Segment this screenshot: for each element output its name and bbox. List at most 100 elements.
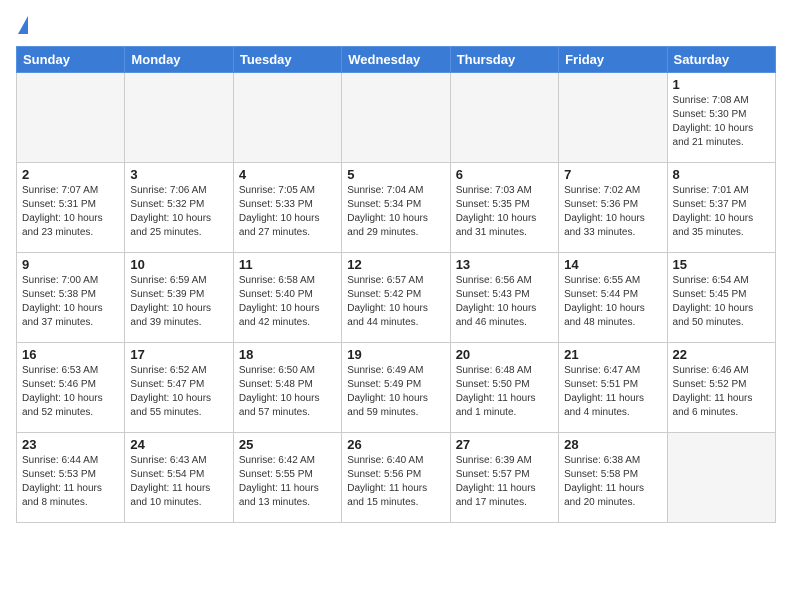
day-number: 25 [239, 437, 336, 452]
day-number: 28 [564, 437, 661, 452]
day-number: 20 [456, 347, 553, 362]
calendar-cell: 14Sunrise: 6:55 AM Sunset: 5:44 PM Dayli… [559, 253, 667, 343]
day-info: Sunrise: 7:04 AM Sunset: 5:34 PM Dayligh… [347, 184, 444, 240]
calendar-cell: 1 Sunrise: 7:08 AM Sunset: 5:30 PM Daylig… [667, 73, 775, 163]
weekday-header-row: SundayMondayTuesdayWednesdayThursdayFrid… [17, 47, 776, 73]
calendar-cell: 8 Sunrise: 7:01 AM Sunset: 5:37 PM Daylig… [667, 163, 775, 253]
day-info: Sunrise: 6:57 AM Sunset: 5:42 PM Dayligh… [347, 274, 444, 330]
calendar-cell [125, 73, 233, 163]
calendar-cell: 12 Sunrise: 6:57 AM Sunset: 5:42 PM Dayli… [342, 253, 450, 343]
day-info: Sunrise: 7:02 AM Sunset: 5:36 PM Dayligh… [564, 184, 661, 240]
day-number: 9 [22, 257, 119, 272]
calendar-cell [667, 433, 775, 523]
calendar-cell: 16 Sunrise: 6:53 AM Sunset: 5:46 PM Dayli… [17, 343, 125, 433]
day-info: Sunrise: 6:50 AM Sunset: 5:48 PM Dayligh… [239, 364, 336, 420]
calendar-cell: 2Sunrise: 7:07 AM Sunset: 5:31 PM Daylig… [17, 163, 125, 253]
calendar-cell: 15Sunrise: 6:54 AM Sunset: 5:45 PM Dayli… [667, 253, 775, 343]
day-number: 21 [564, 347, 661, 362]
calendar-cell [559, 73, 667, 163]
day-info: Sunrise: 7:07 AM Sunset: 5:31 PM Dayligh… [22, 184, 119, 240]
day-number: 11 [239, 257, 336, 272]
day-info: Sunrise: 6:43 AM Sunset: 5:54 PM Dayligh… [130, 454, 227, 510]
day-info: Sunrise: 6:39 AM Sunset: 5:57 PM Dayligh… [456, 454, 553, 510]
page: SundayMondayTuesdayWednesdayThursdayFrid… [0, 0, 792, 533]
calendar-cell: 4 Sunrise: 7:05 AM Sunset: 5:33 PM Daylig… [233, 163, 341, 253]
day-number: 1 [673, 77, 770, 92]
day-number: 27 [456, 437, 553, 452]
day-info: Sunrise: 6:56 AM Sunset: 5:43 PM Dayligh… [456, 274, 553, 330]
day-number: 13 [456, 257, 553, 272]
day-info: Sunrise: 6:53 AM Sunset: 5:46 PM Dayligh… [22, 364, 119, 420]
day-info: Sunrise: 7:00 AM Sunset: 5:38 PM Dayligh… [22, 274, 119, 330]
calendar-cell [450, 73, 558, 163]
day-info: Sunrise: 6:46 AM Sunset: 5:52 PM Dayligh… [673, 364, 770, 420]
week-row-2: 2Sunrise: 7:07 AM Sunset: 5:31 PM Daylig… [17, 163, 776, 253]
day-number: 3 [130, 167, 227, 182]
calendar-cell [233, 73, 341, 163]
day-info: Sunrise: 6:52 AM Sunset: 5:47 PM Dayligh… [130, 364, 227, 420]
day-info: Sunrise: 6:47 AM Sunset: 5:51 PM Dayligh… [564, 364, 661, 420]
calendar-cell: 3 Sunrise: 7:06 AM Sunset: 5:32 PM Daylig… [125, 163, 233, 253]
calendar-cell: 5Sunrise: 7:04 AM Sunset: 5:34 PM Daylig… [342, 163, 450, 253]
day-number: 22 [673, 347, 770, 362]
week-row-4: 16 Sunrise: 6:53 AM Sunset: 5:46 PM Dayli… [17, 343, 776, 433]
day-info: Sunrise: 6:58 AM Sunset: 5:40 PM Dayligh… [239, 274, 336, 330]
calendar-cell: 25 Sunrise: 6:42 AM Sunset: 5:55 PM Dayli… [233, 433, 341, 523]
calendar-cell: 9 Sunrise: 7:00 AM Sunset: 5:38 PM Daylig… [17, 253, 125, 343]
day-number: 15 [673, 257, 770, 272]
weekday-header-friday: Friday [559, 47, 667, 73]
day-info: Sunrise: 7:03 AM Sunset: 5:35 PM Dayligh… [456, 184, 553, 240]
day-number: 8 [673, 167, 770, 182]
day-number: 17 [130, 347, 227, 362]
calendar-cell [17, 73, 125, 163]
weekday-header-monday: Monday [125, 47, 233, 73]
week-row-5: 23 Sunrise: 6:44 AM Sunset: 5:53 PM Dayli… [17, 433, 776, 523]
calendar-cell: 24 Sunrise: 6:43 AM Sunset: 5:54 PM Dayli… [125, 433, 233, 523]
calendar-cell: 18Sunrise: 6:50 AM Sunset: 5:48 PM Dayli… [233, 343, 341, 433]
calendar-cell [342, 73, 450, 163]
weekday-header-sunday: Sunday [17, 47, 125, 73]
calendar-cell: 19 Sunrise: 6:49 AM Sunset: 5:49 PM Dayli… [342, 343, 450, 433]
day-number: 23 [22, 437, 119, 452]
logo-triangle-icon [18, 16, 28, 34]
calendar-cell: 13 Sunrise: 6:56 AM Sunset: 5:43 PM Dayli… [450, 253, 558, 343]
calendar-cell: 10Sunrise: 6:59 AM Sunset: 5:39 PM Dayli… [125, 253, 233, 343]
day-info: Sunrise: 6:38 AM Sunset: 5:58 PM Dayligh… [564, 454, 661, 510]
day-info: Sunrise: 6:44 AM Sunset: 5:53 PM Dayligh… [22, 454, 119, 510]
calendar-cell: 21 Sunrise: 6:47 AM Sunset: 5:51 PM Dayli… [559, 343, 667, 433]
day-info: Sunrise: 6:42 AM Sunset: 5:55 PM Dayligh… [239, 454, 336, 510]
week-row-3: 9 Sunrise: 7:00 AM Sunset: 5:38 PM Daylig… [17, 253, 776, 343]
day-info: Sunrise: 7:06 AM Sunset: 5:32 PM Dayligh… [130, 184, 227, 240]
calendar-cell: 20 Sunrise: 6:48 AM Sunset: 5:50 PM Dayli… [450, 343, 558, 433]
day-number: 16 [22, 347, 119, 362]
day-info: Sunrise: 7:05 AM Sunset: 5:33 PM Dayligh… [239, 184, 336, 240]
calendar: SundayMondayTuesdayWednesdayThursdayFrid… [16, 46, 776, 523]
day-number: 12 [347, 257, 444, 272]
week-row-1: 1 Sunrise: 7:08 AM Sunset: 5:30 PM Daylig… [17, 73, 776, 163]
day-info: Sunrise: 6:49 AM Sunset: 5:49 PM Dayligh… [347, 364, 444, 420]
day-info: Sunrise: 6:40 AM Sunset: 5:56 PM Dayligh… [347, 454, 444, 510]
calendar-cell: 26 Sunrise: 6:40 AM Sunset: 5:56 PM Dayli… [342, 433, 450, 523]
logo [16, 16, 28, 36]
weekday-header-wednesday: Wednesday [342, 47, 450, 73]
day-number: 24 [130, 437, 227, 452]
calendar-cell: 7 Sunrise: 7:02 AM Sunset: 5:36 PM Daylig… [559, 163, 667, 253]
day-number: 6 [456, 167, 553, 182]
day-info: Sunrise: 7:08 AM Sunset: 5:30 PM Dayligh… [673, 94, 770, 150]
calendar-cell: 11 Sunrise: 6:58 AM Sunset: 5:40 PM Dayli… [233, 253, 341, 343]
day-number: 4 [239, 167, 336, 182]
day-info: Sunrise: 6:48 AM Sunset: 5:50 PM Dayligh… [456, 364, 553, 420]
header [16, 16, 776, 36]
calendar-cell: 23 Sunrise: 6:44 AM Sunset: 5:53 PM Dayli… [17, 433, 125, 523]
calendar-cell: 6 Sunrise: 7:03 AM Sunset: 5:35 PM Daylig… [450, 163, 558, 253]
calendar-cell: 28 Sunrise: 6:38 AM Sunset: 5:58 PM Dayli… [559, 433, 667, 523]
calendar-cell: 22 Sunrise: 6:46 AM Sunset: 5:52 PM Dayli… [667, 343, 775, 433]
weekday-header-tuesday: Tuesday [233, 47, 341, 73]
day-info: Sunrise: 7:01 AM Sunset: 5:37 PM Dayligh… [673, 184, 770, 240]
day-number: 10 [130, 257, 227, 272]
calendar-cell: 17 Sunrise: 6:52 AM Sunset: 5:47 PM Dayli… [125, 343, 233, 433]
day-number: 7 [564, 167, 661, 182]
day-number: 26 [347, 437, 444, 452]
day-number: 19 [347, 347, 444, 362]
weekday-header-saturday: Saturday [667, 47, 775, 73]
